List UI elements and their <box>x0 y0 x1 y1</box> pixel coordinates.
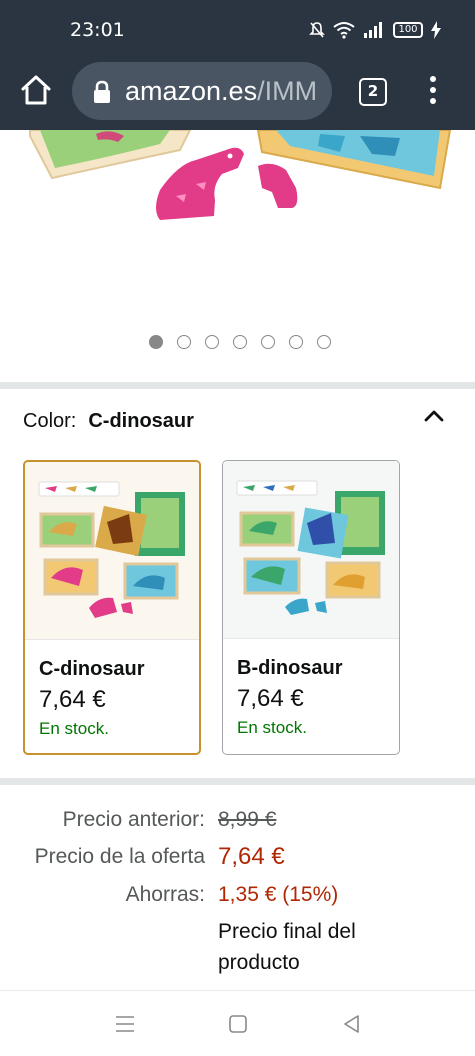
overflow-menu-icon[interactable] <box>423 76 443 108</box>
carousel-dot[interactable] <box>289 335 303 349</box>
image-carousel-dots <box>0 335 475 351</box>
swatch-price: 7,64 € <box>237 685 304 712</box>
deal-price-label: Precio de la oferta <box>34 845 205 868</box>
url-host: amazon.es <box>125 76 258 106</box>
color-option-b-dinosaur[interactable]: B-dinosaur 7,64 € En stock. <box>222 460 400 755</box>
carousel-dot[interactable] <box>205 335 219 349</box>
color-selector-header[interactable]: Color: C-dinosaur <box>23 410 194 433</box>
color-option-c-dinosaur[interactable]: C-dinosaur 7,64 € En stock. <box>23 460 201 755</box>
color-label: Color: <box>23 410 77 432</box>
product-photo <box>29 130 452 220</box>
swatch-thumbnail <box>25 462 199 640</box>
address-bar[interactable]: amazon.es/IMM <box>72 62 332 120</box>
status-time: 23:01 <box>70 19 125 41</box>
product-image[interactable] <box>0 130 475 330</box>
carousel-dot[interactable] <box>261 335 275 349</box>
final-price-note-line1: Precio final del <box>218 920 356 943</box>
system-nav-bar <box>0 990 475 1056</box>
charging-icon <box>431 21 441 39</box>
swatch-product-image <box>38 481 185 618</box>
signal-icon <box>364 22 382 38</box>
url-path: /IMM <box>257 76 318 106</box>
deal-price-value: 7,64 € <box>218 843 285 870</box>
carousel-dot[interactable] <box>149 335 163 349</box>
url-text: amazon.es/IMM <box>125 76 317 107</box>
chevron-up-icon[interactable] <box>422 404 446 428</box>
swatch-price: 7,64 € <box>39 686 106 713</box>
savings-value: 1,35 € (15%) <box>218 883 339 906</box>
previous-price-label: Precio anterior: <box>62 808 205 831</box>
swatch-thumbnail <box>223 461 399 639</box>
battery-icon: 100 <box>393 22 423 38</box>
home-icon[interactable] <box>18 72 54 108</box>
status-bar: 23:01 100 <box>0 0 475 58</box>
url-row: amazon.es/IMM 2 <box>0 60 475 122</box>
color-selected-value: C-dinosaur <box>88 410 194 432</box>
swatch-name: B-dinosaur <box>237 657 343 679</box>
swatch-stock: En stock. <box>237 718 307 737</box>
tab-switcher-button[interactable]: 2 <box>359 78 387 106</box>
swatch-name: C-dinosaur <box>39 658 145 680</box>
home-nav-icon[interactable] <box>226 1013 250 1035</box>
mute-icon <box>309 22 325 38</box>
browser-chrome: 23:01 100 amazon.es/IMM 2 <box>0 0 475 130</box>
carousel-dot[interactable] <box>233 335 247 349</box>
recent-apps-icon[interactable] <box>113 1013 137 1035</box>
status-icons: 100 <box>309 19 441 41</box>
lock-icon <box>94 80 110 103</box>
previous-price-value: 8,99 € <box>218 808 277 831</box>
section-divider <box>0 382 475 389</box>
final-price-note-line2: producto <box>218 951 300 974</box>
wifi-icon <box>333 22 355 39</box>
carousel-dot[interactable] <box>177 335 191 349</box>
final-price-note: Precio final del producto <box>218 916 356 978</box>
back-icon[interactable] <box>340 1013 364 1035</box>
savings-label: Ahorras: <box>125 883 205 906</box>
carousel-dot[interactable] <box>317 335 331 349</box>
section-divider <box>0 778 475 785</box>
swatch-stock: En stock. <box>39 719 109 738</box>
swatch-product-image <box>236 480 385 615</box>
